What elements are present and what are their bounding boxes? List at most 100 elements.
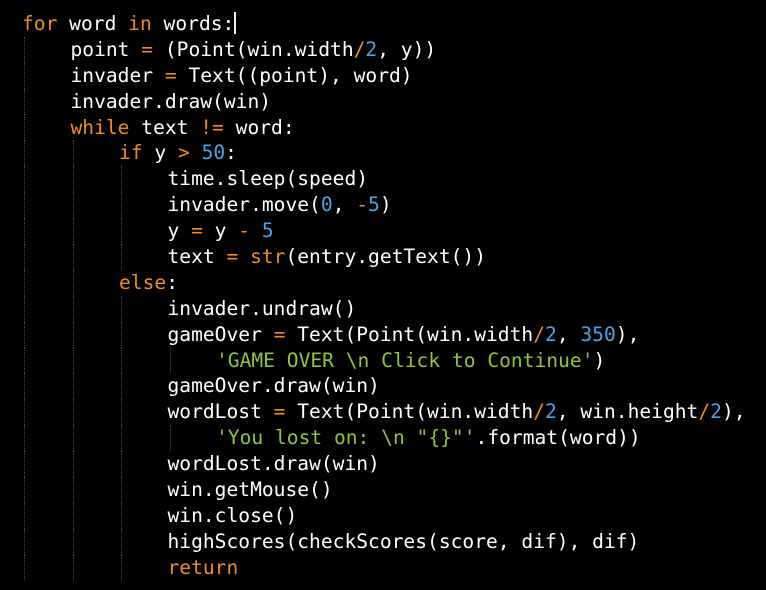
code-line-content: if y > 50: <box>119 140 237 166</box>
code-text: (Point(win.width <box>153 37 354 61</box>
code-line[interactable]: invader.draw(win) <box>22 88 746 115</box>
code-text: word: <box>223 115 295 139</box>
indent-guide <box>72 244 74 270</box>
operator-token: = <box>191 219 203 243</box>
code-line-content: win.close() <box>168 503 298 529</box>
code-line[interactable]: return <box>22 554 746 581</box>
indent-guide <box>169 347 171 374</box>
indent-guide <box>24 373 25 400</box>
code-text: y <box>202 219 239 243</box>
code-line[interactable]: wordLost = Text(Point(win.width/2, win.h… <box>22 399 746 426</box>
code-line-content: while text != word: <box>71 115 295 141</box>
code-text: y <box>142 141 178 165</box>
code-line[interactable]: gameOver.draw(win) <box>22 373 746 400</box>
code-line[interactable]: invader = Text((point), word) <box>22 62 746 89</box>
indent-guide <box>72 502 74 529</box>
code-text: , <box>556 322 581 346</box>
code-line[interactable]: 'GAME OVER \n Click to Continue') <box>22 347 746 374</box>
operator-token: = <box>273 400 286 424</box>
indent-guide <box>24 528 25 555</box>
code-line[interactable]: point = (Point(win.width/2, y)) <box>22 36 746 63</box>
indent-guide <box>121 451 122 478</box>
number-token: 5 <box>368 193 380 217</box>
code-text: highScores(checkScores(score, dif), dif) <box>167 529 640 553</box>
indent-guide <box>121 347 122 374</box>
number-token: 2 <box>545 400 557 424</box>
indent-guide <box>24 347 25 374</box>
code-line[interactable]: invader.move(0, -5) <box>22 192 746 219</box>
code-line[interactable]: text = str(entry.getText()) <box>22 244 746 270</box>
code-line-content: invader.move(0, -5) <box>168 192 392 218</box>
code-line-content: invader.draw(win) <box>71 89 272 115</box>
keyword-token: else <box>119 270 167 294</box>
indent-guide <box>24 425 25 452</box>
code-text: , <box>332 193 357 217</box>
operator-token: = <box>164 63 177 87</box>
indent-guide <box>72 321 74 348</box>
indent-guide <box>72 451 74 478</box>
indent-guide <box>24 140 25 167</box>
code-text: ) <box>379 193 392 217</box>
operator-token: / <box>698 400 711 424</box>
code-line[interactable]: gameOver = Text(Point(win.width/2, 350), <box>22 321 746 348</box>
code-text: y <box>167 219 192 243</box>
indent-guide <box>72 554 74 581</box>
code-text: wordLost <box>167 400 274 424</box>
number-token: 2 <box>545 322 557 346</box>
code-line[interactable]: time.sleep(speed) <box>22 166 746 193</box>
indent-guide <box>24 399 25 426</box>
code-line[interactable]: invader.undraw() <box>22 295 746 322</box>
indent-guide <box>121 399 122 426</box>
operator-token: = <box>226 245 239 269</box>
code-line[interactable]: y = y - 5 <box>22 218 746 245</box>
indent-guide <box>24 477 25 503</box>
indent-guide <box>72 425 74 452</box>
code-line[interactable]: if y > 50: <box>22 140 746 167</box>
indent-guide <box>121 477 122 503</box>
indent-guide <box>121 166 122 193</box>
number-token: 5 <box>261 219 274 243</box>
code-line[interactable]: wordLost.draw(win) <box>22 451 746 478</box>
code-line-content: wordLost = Text(Point(win.width/2, win.h… <box>168 399 746 425</box>
code-text: gameOver <box>167 322 274 346</box>
code-line-content: 'GAME OVER \n Click to Continue') <box>216 348 605 374</box>
code-line-content: for word in words: <box>22 11 237 37</box>
operator-token: = <box>141 37 154 61</box>
code-text: invader.undraw() <box>167 296 357 320</box>
code-text: Text((point), word) <box>176 63 413 87</box>
code-line-content: invader.undraw() <box>168 296 357 322</box>
code-text: : <box>166 270 178 294</box>
code-text: word <box>57 12 129 35</box>
indent-guide <box>121 192 122 219</box>
operator-token: / <box>533 322 545 346</box>
indent-guide <box>24 218 25 245</box>
indent-guide <box>72 269 74 296</box>
code-text: Text(Point(win.width <box>285 400 534 424</box>
code-line-content: wordLost.draw(win) <box>168 451 380 477</box>
code-text: : <box>225 141 237 165</box>
indent-guide <box>24 269 25 296</box>
number-token: 50 <box>201 141 226 165</box>
code-text: win.getMouse() <box>167 478 333 502</box>
indent-guide <box>24 554 25 581</box>
code-line[interactable]: win.getMouse() <box>22 477 746 503</box>
code-line[interactable]: win.close() <box>22 502 746 529</box>
code-editor[interactable]: for word in words: point = (Point(win.wid… <box>0 0 766 590</box>
code-line[interactable]: highScores(checkScores(score, dif), dif) <box>22 528 746 555</box>
code-line[interactable]: else: <box>22 269 746 296</box>
code-line[interactable]: while text != word: <box>22 114 746 141</box>
indent-guide <box>72 218 74 245</box>
code-line[interactable]: 'You lost on: \n "{}"'.format(word)) <box>22 425 746 452</box>
code-text: Text(Point(win.width <box>285 322 534 346</box>
indent-guide <box>24 36 25 63</box>
indent-guide <box>72 295 74 322</box>
code-line[interactable]: for word in words: <box>22 11 746 37</box>
indent-guide <box>121 425 122 452</box>
code-text: invader.move( <box>167 193 321 217</box>
code-text: ), <box>615 322 640 346</box>
code-line-content: return <box>168 555 239 581</box>
code-line-content: y = y - 5 <box>168 218 274 244</box>
indent-guide <box>24 321 25 348</box>
code-text: wordLost.draw(win) <box>167 452 380 476</box>
